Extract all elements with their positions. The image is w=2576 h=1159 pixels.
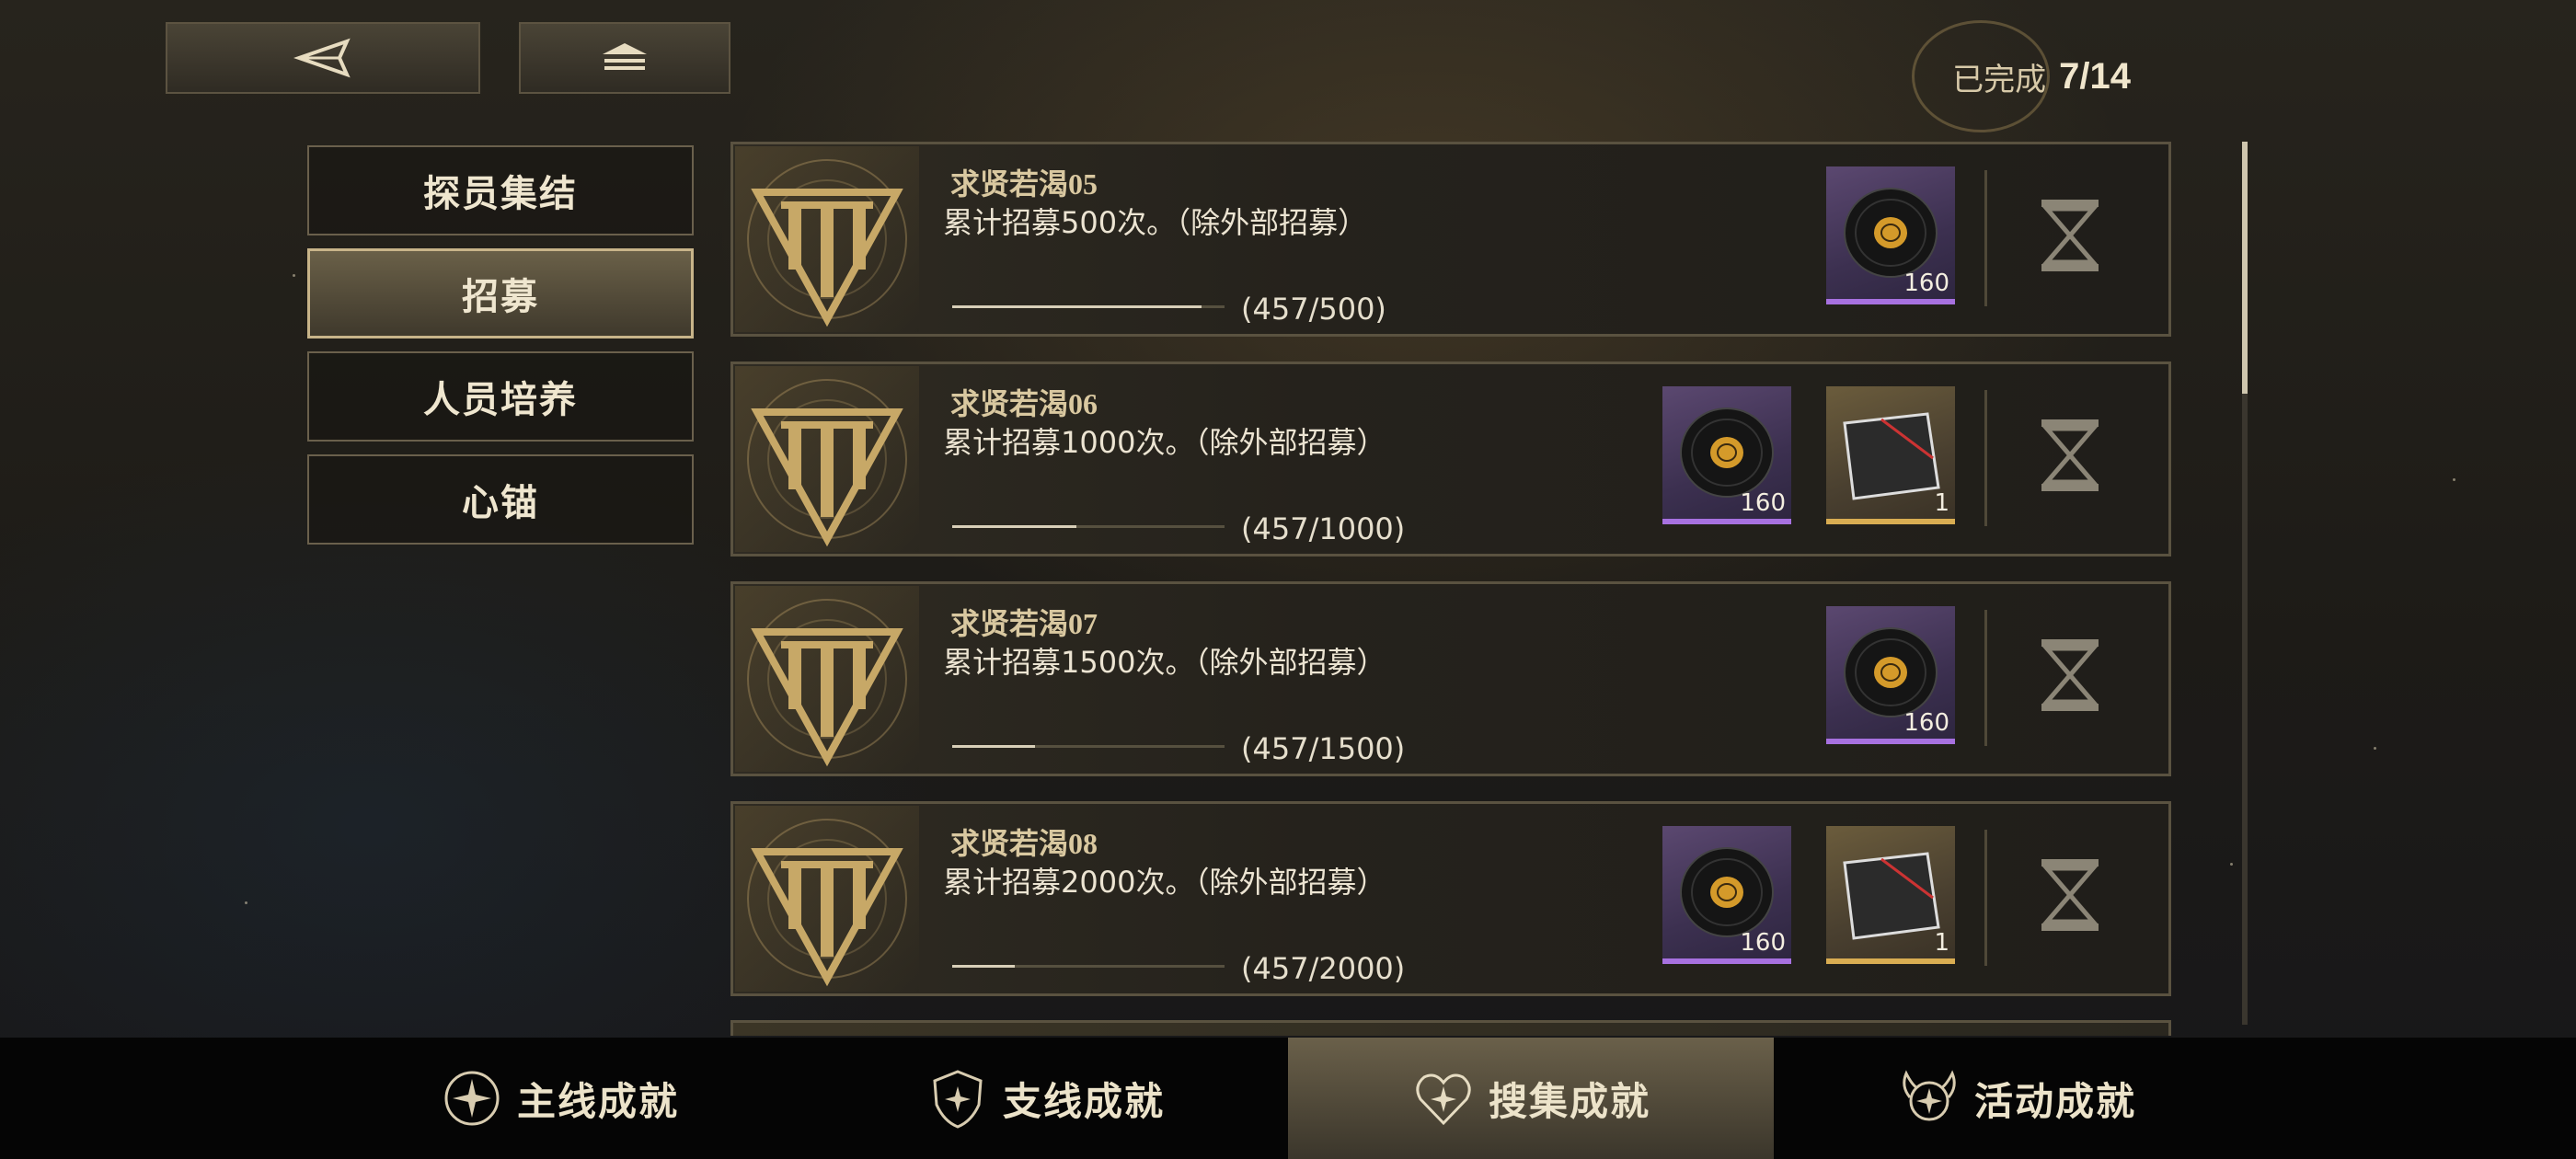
reward-quantity: 1 bbox=[1934, 929, 1949, 957]
achievement-description: 累计招募1000次。（除外部招募） bbox=[943, 425, 1386, 460]
achievement-progress-text: (457/1500) bbox=[1241, 731, 1406, 766]
background-star bbox=[293, 274, 295, 277]
reward-quantity: 1 bbox=[1934, 489, 1949, 517]
achievement-card: 求贤若渴05 累计招募500次。（除外部招募） (457/500) 160 bbox=[730, 142, 2171, 337]
achievement-card: 求贤若渴08 累计招募2000次。（除外部招募） (457/2000) 160 … bbox=[730, 801, 2171, 996]
completion-counter: 已完成 7/14 bbox=[1912, 20, 2131, 132]
back-button[interactable] bbox=[166, 22, 480, 94]
achievement-card: 求贤若渴07 累计招募1500次。（除外部招募） (457/1500) 160 bbox=[730, 581, 2171, 776]
card-divider bbox=[1984, 830, 1987, 966]
achievement-progress-bar bbox=[952, 745, 1225, 748]
background-star bbox=[2374, 747, 2376, 750]
achievement-progress-text: (457/2000) bbox=[1241, 951, 1406, 986]
achievement-title: 求贤若渴06 bbox=[950, 387, 1098, 420]
background-star bbox=[245, 901, 247, 904]
card-divider bbox=[1984, 610, 1987, 746]
hourglass-icon bbox=[2041, 639, 2099, 711]
tab-label: 活动成就 bbox=[1973, 1081, 2136, 1124]
reward-item[interactable]: 160 bbox=[1662, 386, 1791, 524]
reward-quantity: 160 bbox=[1903, 270, 1949, 297]
achievement-progress-text: (457/1000) bbox=[1241, 511, 1406, 546]
hourglass-icon bbox=[2041, 200, 2099, 271]
scrollbar[interactable] bbox=[2242, 142, 2248, 1025]
reward-quantity: 160 bbox=[1740, 489, 1786, 517]
tab-collection-achievements[interactable]: 搜集成就 bbox=[1288, 1038, 1774, 1159]
achievement-description: 累计招募500次。（除外部招募） bbox=[943, 205, 1368, 240]
achievement-list[interactable]: 求贤若渴05 累计招募500次。（除外部招募） (457/500) 160 求贤… bbox=[730, 142, 2171, 1036]
reward-quantity: 160 bbox=[1740, 929, 1786, 957]
scrollbar-thumb[interactable] bbox=[2242, 142, 2248, 394]
completed-label: 已完成 bbox=[1952, 61, 2047, 98]
reward-quantity: 160 bbox=[1903, 709, 1949, 737]
tab-main-achievements[interactable]: 主线成就 bbox=[316, 1038, 802, 1159]
achievement-title: 求贤若渴05 bbox=[950, 167, 1098, 201]
hourglass-icon bbox=[2041, 859, 2099, 931]
hourglass-icon bbox=[2041, 419, 2099, 491]
reward-item[interactable]: 160 bbox=[1826, 606, 1955, 744]
background-star bbox=[2230, 863, 2233, 866]
reward-item[interactable]: 160 bbox=[1826, 166, 1955, 304]
category-heart-anchor[interactable]: 心锚 bbox=[307, 454, 694, 545]
wing-star-icon bbox=[1903, 1070, 1956, 1121]
achievement-card-partial bbox=[730, 1020, 2171, 1036]
category-personnel-training[interactable]: 人员培养 bbox=[307, 351, 694, 442]
category-recruit[interactable]: 招募 bbox=[307, 248, 694, 339]
reward-item[interactable]: 1 bbox=[1826, 386, 1955, 524]
home-icon bbox=[603, 43, 647, 70]
tier-three-emblem-icon bbox=[735, 586, 919, 772]
category-label: 人员培养 bbox=[423, 379, 578, 420]
back-arrow-icon bbox=[293, 38, 351, 78]
tier-three-emblem-icon bbox=[735, 806, 919, 992]
category-label: 招募 bbox=[462, 276, 539, 317]
background-star bbox=[2453, 478, 2455, 481]
achievement-progress-bar bbox=[952, 305, 1225, 308]
achievement-progress-bar bbox=[952, 525, 1225, 528]
shield-star-icon bbox=[933, 1070, 983, 1129]
tier-three-emblem-icon bbox=[735, 366, 919, 552]
achievement-title: 求贤若渴08 bbox=[950, 827, 1098, 860]
progress-bar-fill bbox=[952, 965, 1015, 968]
tab-side-achievements[interactable]: 支线成就 bbox=[802, 1038, 1288, 1159]
achievement-description: 累计招募2000次。（除外部招募） bbox=[943, 865, 1386, 900]
achievement-progress-bar bbox=[952, 965, 1225, 968]
completed-count: 7/14 bbox=[2059, 55, 2131, 97]
tier-three-emblem-icon bbox=[735, 146, 919, 332]
card-divider bbox=[1984, 390, 1987, 526]
reward-item[interactable]: 1 bbox=[1826, 826, 1955, 964]
tab-label: 搜集成就 bbox=[1488, 1081, 1650, 1124]
compass-star-icon bbox=[444, 1071, 500, 1126]
home-button[interactable] bbox=[519, 22, 730, 94]
tab-label: 支线成就 bbox=[1002, 1081, 1165, 1124]
achievement-title: 求贤若渴07 bbox=[950, 607, 1098, 640]
reward-item[interactable]: 160 bbox=[1662, 826, 1791, 964]
tab-event-achievements[interactable]: 活动成就 bbox=[1774, 1038, 2260, 1159]
category-label: 心锚 bbox=[462, 482, 539, 523]
tab-label: 主线成就 bbox=[516, 1081, 679, 1124]
category-label: 探员集结 bbox=[423, 173, 578, 214]
achievement-card: 求贤若渴06 累计招募1000次。（除外部招募） (457/1000) 160 … bbox=[730, 361, 2171, 557]
bottom-nav: 主线成就 支线成就 搜集成就 活动成就 bbox=[0, 1038, 2576, 1159]
progress-bar-fill bbox=[952, 745, 1036, 748]
achievement-description: 累计招募1500次。（除外部招募） bbox=[943, 645, 1386, 680]
category-gather-agents[interactable]: 探员集结 bbox=[307, 145, 694, 235]
progress-bar-fill bbox=[952, 525, 1077, 528]
achievement-progress-text: (457/500) bbox=[1241, 292, 1386, 327]
progress-bar-fill bbox=[952, 305, 1202, 308]
card-divider bbox=[1984, 170, 1987, 306]
heart-star-icon bbox=[1416, 1073, 1471, 1126]
